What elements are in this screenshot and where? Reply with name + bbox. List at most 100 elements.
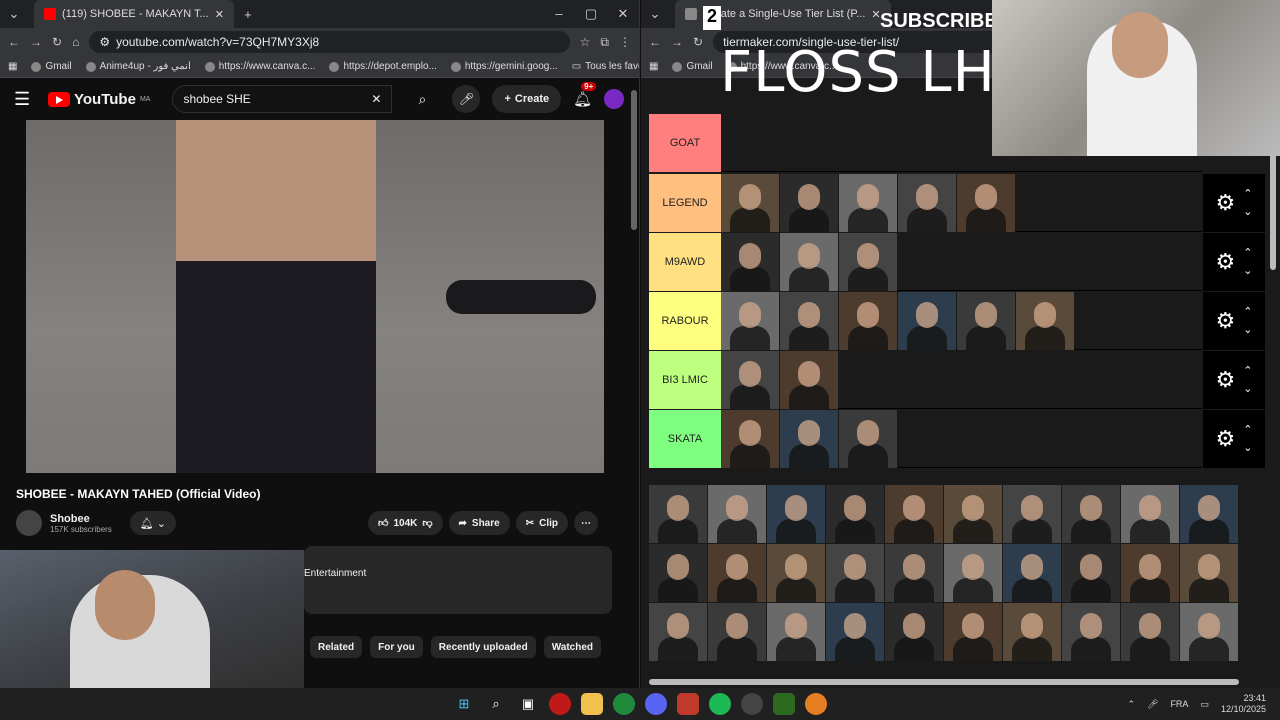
tier-label[interactable]: SKATA <box>649 410 721 468</box>
chrome-icon[interactable] <box>613 693 635 715</box>
home-icon[interactable]: ⌂ <box>72 35 79 49</box>
artist-thumbnail[interactable] <box>721 410 779 468</box>
clip-button[interactable]: ✂ Clip <box>515 511 568 535</box>
chevron-down-icon[interactable]: ⌄ <box>1243 321 1252 339</box>
artist-thumbnail[interactable] <box>885 544 943 602</box>
new-tab-icon[interactable]: + <box>234 7 262 22</box>
discord-icon[interactable] <box>645 693 667 715</box>
artist-thumbnail[interactable] <box>839 410 897 468</box>
mic-icon[interactable]: 🎤︎ <box>452 85 481 113</box>
star-icon[interactable]: ☆ <box>580 35 591 49</box>
bell-icon[interactable]: 🔔︎ 9+ <box>573 82 597 108</box>
chevron-up-icon[interactable]: ⌃ <box>1243 303 1252 321</box>
artist-thumbnail[interactable] <box>898 174 956 232</box>
close-window-icon[interactable]: ✕ <box>607 6 639 22</box>
artist-thumbnail[interactable] <box>957 174 1015 232</box>
tier-label[interactable]: M9AWD <box>649 233 721 291</box>
chevron-up-icon[interactable]: ⌃ <box>1243 244 1252 262</box>
back-icon[interactable]: ← <box>8 35 20 49</box>
url-field[interactable]: ⚙ youtube.com/watch?v=73QH7MY3Xj8 <box>89 31 570 53</box>
share-button[interactable]: ➦ Share <box>448 511 510 535</box>
avatar[interactable] <box>604 89 625 109</box>
more-actions-icon[interactable]: ⋯ <box>573 511 598 535</box>
artist-thumbnail[interactable] <box>780 292 838 350</box>
obs-icon[interactable] <box>741 693 763 715</box>
terminal-icon[interactable] <box>773 693 795 715</box>
chevron-up-icon[interactable]: ⌃ <box>1127 699 1135 710</box>
artist-thumbnail[interactable] <box>1003 544 1061 602</box>
artist-thumbnail[interactable] <box>826 544 884 602</box>
artist-thumbnail[interactable] <box>780 233 838 291</box>
gear-icon[interactable]: ⚙ <box>1216 308 1236 334</box>
like-button[interactable]: 👍︎ 104K 👎︎ <box>368 511 443 535</box>
reload-icon[interactable]: ↻ <box>52 35 62 49</box>
artist-thumbnail[interactable] <box>1003 485 1061 543</box>
horizontal-scrollbar[interactable] <box>649 679 1239 685</box>
artist-thumbnail[interactable] <box>839 174 897 232</box>
artist-thumbnail[interactable] <box>1180 603 1238 661</box>
artist-thumbnail[interactable] <box>708 544 766 602</box>
tab-menu-icon[interactable]: ⌄ <box>0 6 28 22</box>
tier-label[interactable]: BI3 LMIC <box>649 351 721 409</box>
bookmark-all-favorites[interactable]: ▭ Tous les favoris <box>572 61 639 72</box>
forward-icon[interactable]: → <box>30 35 42 49</box>
video-player[interactable] <box>26 120 604 473</box>
tab-youtube[interactable]: (119) SHOBEE - MAKAYN T... ✕ <box>34 0 234 28</box>
maximize-icon[interactable]: ▢ <box>575 6 607 22</box>
mic-icon[interactable]: 🎤︎ <box>1147 699 1158 710</box>
tier-label[interactable]: GOAT <box>649 114 721 172</box>
network-icon[interactable]: ▭ <box>1200 699 1209 710</box>
gear-icon[interactable]: ⚙ <box>1216 249 1236 275</box>
search-icon[interactable]: ⌕ <box>404 85 440 113</box>
bookmark-item[interactable]: https://depot.emplo... <box>329 61 437 72</box>
artist-thumbnail[interactable] <box>944 603 1002 661</box>
dislike-icon[interactable]: 👎︎ <box>422 517 432 529</box>
reload-icon[interactable]: ↻ <box>693 35 703 49</box>
artist-thumbnail[interactable] <box>1121 603 1179 661</box>
chip-watched[interactable]: Watched <box>543 636 602 658</box>
tier-label[interactable]: LEGEND <box>649 174 721 232</box>
extensions-icon[interactable]: ⧉ <box>600 35 609 50</box>
artist-thumbnail[interactable] <box>721 174 779 232</box>
firefox-icon[interactable] <box>805 693 827 715</box>
artist-thumbnail[interactable] <box>839 233 897 291</box>
app-icon[interactable] <box>677 693 699 715</box>
artist-thumbnail[interactable] <box>1180 485 1238 543</box>
browser-menu-icon[interactable]: ⋮ <box>619 35 631 49</box>
artist-thumbnail[interactable] <box>944 485 1002 543</box>
artist-thumbnail[interactable] <box>767 485 825 543</box>
chip-recently-uploaded[interactable]: Recently uploaded <box>430 636 536 658</box>
artist-thumbnail[interactable] <box>767 544 825 602</box>
start-icon[interactable]: ⊞ <box>453 693 475 715</box>
bookmark-item[interactable]: Anime4up - انمي فور <box>85 61 191 72</box>
channel-name[interactable]: Shobee <box>50 513 112 525</box>
artist-thumbnail[interactable] <box>649 485 707 543</box>
file-explorer-icon[interactable] <box>581 693 603 715</box>
tier-label[interactable]: RABOUR <box>649 292 721 350</box>
artist-thumbnail[interactable] <box>780 351 838 409</box>
artist-thumbnail[interactable] <box>721 233 779 291</box>
site-info-icon[interactable]: ⚙ <box>99 35 110 49</box>
artist-thumbnail[interactable] <box>721 292 779 350</box>
bookmark-item[interactable]: https://www.canva.c... <box>204 61 315 72</box>
artist-thumbnail[interactable] <box>826 603 884 661</box>
artist-thumbnail[interactable] <box>898 292 956 350</box>
spotify-icon[interactable] <box>709 693 731 715</box>
artist-thumbnail[interactable] <box>708 603 766 661</box>
task-view-icon[interactable]: ▣ <box>517 693 539 715</box>
artist-thumbnail[interactable] <box>780 174 838 232</box>
minimize-icon[interactable]: – <box>543 6 575 22</box>
clock[interactable]: 23:41 12/10/2025 <box>1221 693 1266 715</box>
artist-thumbnail[interactable] <box>1016 292 1074 350</box>
gear-icon[interactable]: ⚙ <box>1216 190 1236 216</box>
artist-thumbnail[interactable] <box>708 485 766 543</box>
apps-icon[interactable]: ▦ <box>649 61 658 72</box>
page-scrollbar[interactable] <box>631 90 637 230</box>
artist-thumbnail[interactable] <box>649 603 707 661</box>
chevron-down-icon[interactable]: ⌄ <box>1243 262 1252 280</box>
chip-for-you[interactable]: For you <box>370 636 423 658</box>
close-tab-icon[interactable]: ✕ <box>215 8 224 21</box>
apps-icon[interactable]: ▦ <box>8 61 17 72</box>
search-icon[interactable]: ⌕ <box>485 693 507 715</box>
back-icon[interactable]: ← <box>649 35 661 49</box>
